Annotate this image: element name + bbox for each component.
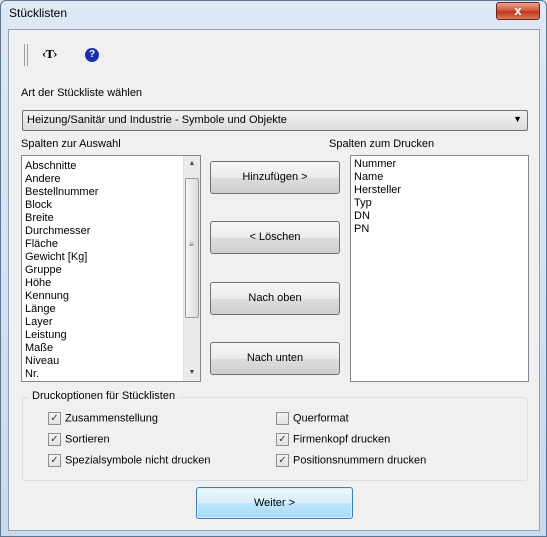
delete-button[interactable]: < Löschen [210, 221, 340, 254]
list-item[interactable]: Name [351, 171, 528, 184]
toolbar-grip[interactable] [24, 44, 28, 66]
type-select[interactable]: Heizung/Sanitär und Industrie - Symbole … [22, 110, 528, 131]
type-label: Art der Stückliste wählen [21, 87, 143, 99]
print-columns-list[interactable]: Nummer Name Hersteller Typ DN PN [350, 155, 529, 382]
list-item[interactable]: Abschnitte [22, 160, 200, 173]
list-item[interactable]: Nummer [351, 158, 528, 171]
option-zusammenstellung[interactable]: ✓ Zusammenstellung [48, 412, 158, 425]
move-up-button[interactable]: Nach oben [210, 282, 340, 315]
checkbox[interactable] [276, 412, 289, 425]
option-querformat[interactable]: Querformat [276, 412, 349, 425]
list-item[interactable]: Layer [22, 316, 200, 329]
title-bar: Stücklisten x [1, 1, 546, 25]
window-title: Stücklisten [9, 6, 68, 20]
help-icon[interactable]: ? [85, 48, 99, 62]
close-button[interactable]: x [496, 2, 540, 20]
option-firmenkopf[interactable]: ✓ Firmenkopf drucken [276, 433, 390, 446]
list-item[interactable]: Fläche [22, 238, 200, 251]
chevron-down-icon[interactable]: ▼ [513, 114, 522, 124]
list-item[interactable]: Block [22, 199, 200, 212]
option-spezialsymbole[interactable]: ✓ Spezialsymbole nicht drucken [48, 454, 211, 467]
list-item[interactable]: Typ [351, 197, 528, 210]
list-item[interactable]: Andere [22, 173, 200, 186]
list-item[interactable]: Gruppe [22, 264, 200, 277]
print-columns-label: Spalten zum Drucken [329, 138, 435, 150]
scroll-down-icon[interactable]: ▼ [184, 365, 200, 381]
checkbox[interactable]: ✓ [48, 433, 61, 446]
list-item[interactable]: Höhe [22, 277, 200, 290]
list-item[interactable]: Gewicht [Kg] [22, 251, 200, 264]
add-button[interactable]: Hinzufügen > [210, 161, 340, 194]
list-item[interactable]: Niveau [22, 355, 200, 368]
checkbox[interactable]: ✓ [48, 454, 61, 467]
list-item[interactable]: Kennung [22, 290, 200, 303]
list-item[interactable]: Nr. [22, 368, 200, 381]
option-positionsnummern[interactable]: ✓ Positionsnummern drucken [276, 454, 426, 467]
available-columns-label: Spalten zur Auswahl [21, 138, 121, 150]
list-item[interactable]: DN [351, 210, 528, 223]
list-item[interactable]: Breite [22, 212, 200, 225]
type-select-value: Heizung/Sanitär und Industrie - Symbole … [27, 114, 287, 126]
list-item[interactable]: Bestellnummer [22, 186, 200, 199]
print-options-title: Druckoptionen für Stücklisten [29, 390, 179, 402]
available-columns-list[interactable]: Abschnitte Andere Bestellnummer Block Breite… [21, 155, 201, 382]
scrollbar-thumb[interactable]: ≡ [185, 178, 199, 318]
option-sortieren[interactable]: ✓ Sortieren [48, 433, 110, 446]
move-down-button[interactable]: Nach unten [210, 342, 340, 375]
list-item[interactable]: Durchmesser [22, 225, 200, 238]
checkbox[interactable]: ✓ [276, 433, 289, 446]
available-columns-scrollbar[interactable]: ▲ ≡ ▼ [183, 156, 200, 381]
dialog-body: ‹T› ? Art der Stückliste wählen Heizung/… [8, 29, 540, 531]
next-button[interactable]: Weiter > [196, 487, 353, 519]
list-item[interactable]: Länge [22, 303, 200, 316]
list-item[interactable]: PN [351, 223, 528, 236]
grip-icon: ≡ [189, 240, 194, 249]
checkbox[interactable]: ✓ [48, 412, 61, 425]
list-item[interactable]: Hersteller [351, 184, 528, 197]
text-icon[interactable]: ‹T› [42, 48, 57, 61]
checkbox[interactable]: ✓ [276, 454, 289, 467]
list-item[interactable]: Leistung [22, 329, 200, 342]
stuecklisten-dialog: Stücklisten x ‹T› ? Art der Stückliste w… [0, 0, 547, 537]
list-item[interactable]: Maße [22, 342, 200, 355]
print-options-group: Druckoptionen für Stücklisten ✓ Zusammens… [22, 390, 528, 481]
scroll-up-icon[interactable]: ▲ [184, 156, 200, 172]
